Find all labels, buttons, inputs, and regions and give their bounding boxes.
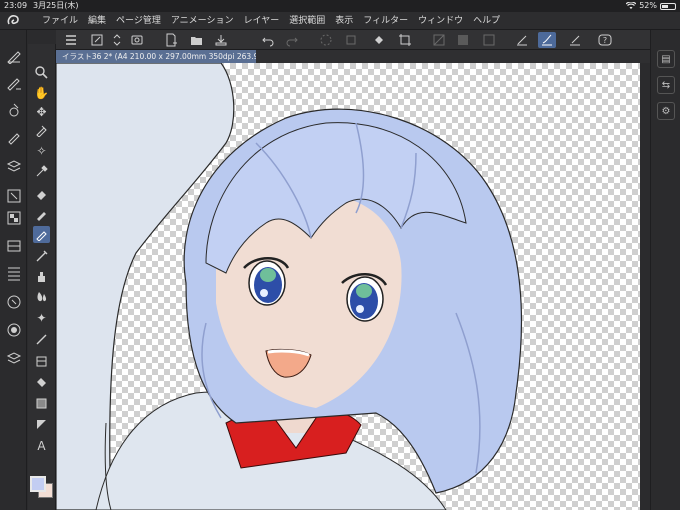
decoration-icon[interactable]: ✦: [33, 309, 50, 326]
command-bar: ?: [56, 30, 650, 50]
layers-panel-icon[interactable]: [6, 158, 22, 174]
tool-palette: ✋ ✥ ✧ ✦ A: [28, 44, 56, 510]
menu-icon[interactable]: [64, 33, 78, 47]
grid-icon[interactable]: [456, 33, 470, 47]
layer-property-icon[interactable]: [6, 350, 22, 366]
drawing-canvas[interactable]: [56, 63, 650, 510]
zoom-icon[interactable]: [33, 64, 50, 81]
menu-file[interactable]: ファイル: [38, 12, 84, 30]
battery-icon: [660, 2, 676, 10]
airbrush-icon[interactable]: [33, 268, 50, 285]
pencil-tool-icon[interactable]: [33, 226, 50, 243]
search-panel-icon[interactable]: [6, 294, 22, 310]
settings-icon[interactable]: ⚙: [657, 102, 675, 120]
navigator-icon[interactable]: [6, 188, 22, 204]
hand-icon[interactable]: ✋: [33, 84, 50, 101]
open-icon[interactable]: [190, 33, 204, 47]
main-color-swatch[interactable]: [30, 476, 46, 492]
eyedropper-icon[interactable]: [33, 163, 50, 180]
swap-icon[interactable]: ⇆: [657, 76, 675, 94]
svg-text:?: ?: [603, 36, 607, 45]
brush-tool-icon[interactable]: [33, 247, 50, 264]
tool-property-icon[interactable]: [6, 48, 22, 64]
blend-icon[interactable]: [33, 288, 50, 305]
document-tab-title: イラスト36 2* (A4 210.00 x 297.00mm 350dpi 2…: [62, 52, 256, 61]
status-bar: 23:09 3月25日(木) 52%: [0, 0, 680, 12]
fill-brush-icon[interactable]: [33, 206, 50, 223]
left-eye-shine: [260, 289, 268, 297]
tab-strip: [256, 50, 650, 63]
menu-layer[interactable]: レイヤー: [240, 12, 286, 30]
document-tab[interactable]: イラスト36 2* (A4 210.00 x 297.00mm 350dpi 2…: [56, 50, 256, 63]
updown-icon[interactable]: [110, 33, 124, 47]
fill-icon[interactable]: [372, 33, 386, 47]
eraser-icon[interactable]: [33, 186, 50, 203]
app-logo-icon[interactable]: [6, 14, 22, 28]
brush-icon[interactable]: [538, 32, 556, 48]
layer-panel-icon[interactable]: ▤: [657, 50, 675, 68]
color-set-icon[interactable]: [6, 210, 22, 226]
menu-filter[interactable]: フィルター: [359, 12, 414, 30]
right-iris-highlight: [356, 284, 372, 298]
right-palette-bar: ▤ ⇆ ⚙: [650, 30, 680, 510]
vertical-scrollbar[interactable]: [640, 63, 650, 510]
rotate-icon[interactable]: [432, 33, 446, 47]
new-icon[interactable]: [90, 33, 104, 47]
wand-icon[interactable]: ✧: [33, 142, 50, 159]
layer-icon[interactable]: [33, 353, 50, 370]
redo-icon[interactable]: [285, 33, 299, 47]
transform-icon[interactable]: [344, 33, 358, 47]
move-icon[interactable]: ✥: [33, 103, 50, 120]
wifi-icon: [626, 2, 637, 9]
menu-bar: ファイル 編集 ページ管理 アニメーション レイヤー 選択範囲 表示 フィルター…: [0, 12, 680, 30]
menu-help[interactable]: ヘルプ: [469, 12, 506, 30]
menu-window[interactable]: ウィンドウ: [414, 12, 469, 30]
color-swatches[interactable]: [29, 476, 55, 502]
color-slider-icon[interactable]: [6, 238, 22, 254]
menu-edit[interactable]: 編集: [84, 12, 112, 30]
undo-icon[interactable]: [261, 33, 275, 47]
artwork: [56, 63, 523, 510]
bucket-icon[interactable]: [33, 374, 50, 391]
brush-size-icon[interactable]: [6, 102, 22, 118]
text-icon[interactable]: A: [33, 437, 50, 454]
menu-page[interactable]: ページ管理: [112, 12, 167, 30]
pen-settings-icon[interactable]: [6, 129, 22, 145]
right-eye-shine: [356, 305, 364, 313]
line-icon[interactable]: [33, 331, 50, 348]
menu-animation[interactable]: アニメーション: [167, 12, 240, 30]
battery-percent: 52%: [639, 1, 657, 10]
status-date: 3月25日(木): [33, 1, 79, 10]
help-icon[interactable]: ?: [598, 33, 612, 47]
menu-selection[interactable]: 選択範囲: [285, 12, 331, 30]
sub-tool-detail-icon[interactable]: [6, 75, 22, 91]
ruler-icon[interactable]: [482, 33, 496, 47]
pencil-icon[interactable]: [568, 33, 582, 47]
status-time: 23:09: [4, 1, 28, 10]
pen-icon[interactable]: [515, 33, 529, 47]
shape-icon[interactable]: [33, 416, 50, 433]
camera-icon[interactable]: [130, 33, 144, 47]
list-panel-icon[interactable]: [6, 265, 22, 281]
pen-tool-icon[interactable]: [33, 122, 50, 139]
save-icon[interactable]: [214, 33, 228, 47]
loading-icon: [319, 33, 333, 47]
gradient-icon[interactable]: [33, 395, 50, 412]
menu-view[interactable]: 表示: [331, 12, 359, 30]
left-iris-highlight: [260, 268, 276, 282]
material-panel-icon[interactable]: [6, 322, 22, 338]
crop-icon[interactable]: [398, 33, 412, 47]
new-file-icon[interactable]: [164, 33, 178, 47]
left-palette-bar: [0, 30, 27, 510]
